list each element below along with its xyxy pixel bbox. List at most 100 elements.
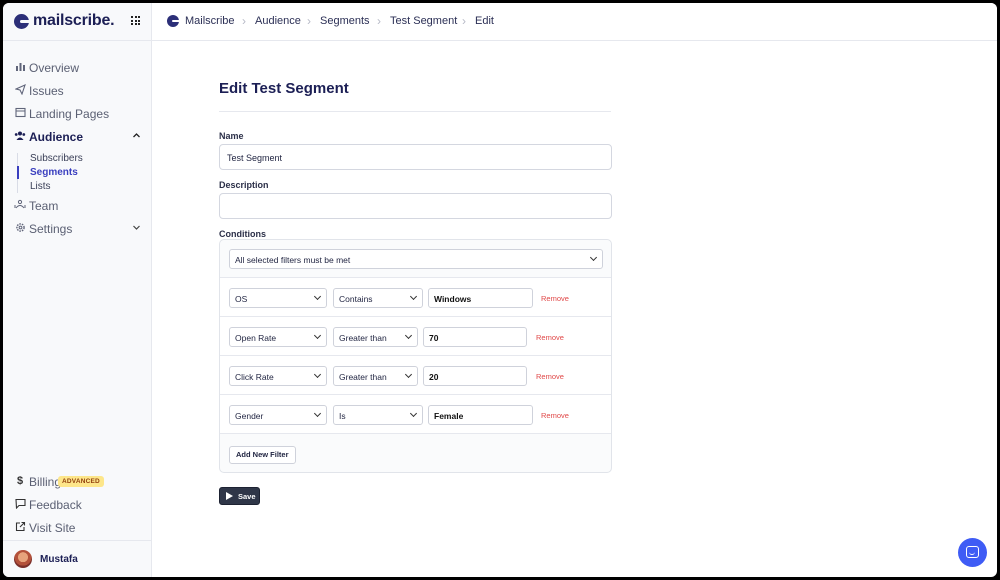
conditions-panel: All selected filters must be met OS Cont…	[219, 239, 612, 473]
sidebar-item-landing-pages[interactable]: Landing Pages	[3, 104, 152, 124]
chevron-down-icon	[313, 331, 322, 340]
name-field[interactable]: Test Segment	[219, 144, 612, 170]
breadcrumb-segments[interactable]: Segments	[320, 15, 370, 27]
sidebar-item-overview[interactable]: Overview	[3, 58, 152, 78]
chevron-down-icon	[313, 292, 322, 301]
filter-field-select[interactable]: Gender	[229, 405, 327, 425]
description-label: Description	[219, 180, 269, 190]
sidebar-item-label: Billing	[29, 475, 62, 489]
paper-plane-icon	[13, 83, 26, 96]
sidebar: mailscribe. Overview Issues Landing Page…	[3, 3, 152, 577]
filter-value-input[interactable]: 20	[423, 366, 527, 386]
sidebar-item-label: Feedback	[29, 498, 82, 512]
user-name: Mustafa	[40, 554, 78, 565]
chevron-down-icon	[313, 409, 322, 418]
subnav-item-segments[interactable]: Segments	[30, 167, 78, 178]
sidebar-item-label: Audience	[29, 130, 84, 144]
sidebar-item-label: Settings	[29, 222, 73, 236]
filter-value-input[interactable]: Female	[428, 405, 533, 425]
sidebar-item-label: Overview	[29, 61, 80, 75]
filter-operator-select[interactable]: Is	[333, 405, 423, 425]
chat-launcher-button[interactable]	[958, 538, 987, 567]
chevron-up-icon[interactable]	[132, 131, 142, 141]
breadcrumb-mailscribe[interactable]: Mailscribe	[185, 15, 235, 27]
filter-row: Gender Is Female Remove	[220, 395, 611, 434]
filter-operator-value: Greater than	[339, 372, 387, 382]
save-button[interactable]: Save	[219, 487, 260, 505]
sidebar-item-feedback[interactable]: Feedback	[3, 495, 152, 515]
subnav-item-lists[interactable]: Lists	[30, 181, 51, 192]
name-label: Name	[219, 131, 244, 141]
filter-field-select[interactable]: OS	[229, 288, 327, 308]
breadcrumb-separator-icon: ›	[307, 14, 311, 28]
filter-field-value: Gender	[235, 411, 264, 421]
filter-operator-value: Contains	[339, 294, 373, 304]
filter-row: Open Rate Greater than 70 Remove	[220, 317, 611, 356]
mailscribe-logo-icon	[14, 14, 31, 29]
sidebar-item-audience[interactable]: Audience	[3, 127, 152, 147]
filter-operator-select[interactable]: Greater than	[333, 366, 418, 386]
send-icon	[226, 492, 233, 500]
app-window: mailscribe. Overview Issues Landing Page…	[3, 3, 997, 577]
chevron-down-icon[interactable]	[132, 223, 142, 233]
breadcrumb-edit: Edit	[475, 15, 494, 27]
remove-filter-link[interactable]: Remove	[541, 411, 569, 420]
sidebar-item-issues[interactable]: Issues	[3, 81, 152, 101]
main-content: Edit Test Segment Name Test Segment Desc…	[152, 41, 997, 577]
gear-icon	[14, 222, 26, 234]
chevron-down-icon	[409, 409, 418, 418]
feedback-icon	[14, 498, 26, 510]
layout-icon	[14, 107, 26, 119]
plan-badge: ADVANCED	[58, 476, 104, 487]
breadcrumb-separator-icon: ›	[462, 14, 466, 28]
team-icon	[14, 199, 26, 211]
filter-field-select[interactable]: Open Rate	[229, 327, 327, 347]
sidebar-item-label: Issues	[29, 84, 64, 98]
sidebar-item-settings[interactable]: Settings	[3, 219, 152, 239]
sidebar-item-label: Visit Site	[29, 521, 76, 535]
audience-subnav: Subscribers Segments Lists	[17, 153, 137, 193]
chevron-down-icon	[589, 253, 598, 262]
filter-row: OS Contains Windows Remove	[220, 278, 611, 317]
filter-value-input[interactable]: Windows	[428, 288, 533, 308]
page-title: Edit Test Segment	[219, 80, 349, 97]
breadcrumb: Mailscribe › Audience › Segments › Test …	[152, 3, 997, 41]
subnav-item-subscribers[interactable]: Subscribers	[30, 153, 83, 164]
chevron-down-icon	[313, 370, 322, 379]
chevron-down-icon	[409, 292, 418, 301]
sidebar-item-visit-site[interactable]: Visit Site	[3, 518, 152, 538]
avatar	[14, 550, 32, 568]
filter-field-select[interactable]: Click Rate	[229, 366, 327, 386]
add-filter-button[interactable]: Add New Filter	[229, 446, 296, 464]
user-profile[interactable]: Mustafa	[3, 540, 152, 577]
remove-filter-link[interactable]: Remove	[541, 294, 569, 303]
remove-filter-link[interactable]: Remove	[536, 372, 564, 381]
filter-operator-select[interactable]: Contains	[333, 288, 423, 308]
sidebar-item-label: Landing Pages	[29, 107, 110, 121]
users-icon	[14, 130, 26, 142]
chevron-down-icon	[404, 370, 413, 379]
remove-filter-link[interactable]: Remove	[536, 333, 564, 342]
breadcrumb-test-segment[interactable]: Test Segment	[390, 15, 457, 27]
external-link-icon	[14, 521, 26, 533]
filter-value-input[interactable]: 70	[423, 327, 527, 347]
sidebar-item-team[interactable]: Team	[3, 196, 152, 216]
dollar-icon: $	[16, 475, 24, 487]
filter-field-value: Click Rate	[235, 372, 274, 382]
sidebar-item-label: Team	[29, 199, 59, 213]
app-grid-icon[interactable]	[131, 16, 140, 25]
save-button-label: Save	[238, 492, 256, 501]
title-divider	[219, 111, 611, 112]
active-indicator	[17, 166, 19, 179]
conditions-label: Conditions	[219, 229, 266, 239]
match-mode-row: All selected filters must be met	[220, 240, 611, 278]
filter-field-value: OS	[235, 294, 248, 304]
description-field[interactable]	[219, 193, 612, 219]
filter-operator-select[interactable]: Greater than	[333, 327, 418, 347]
sidebar-item-billing[interactable]: $ Billing ADVANCED	[3, 472, 152, 492]
filter-row: Click Rate Greater than 20 Remove	[220, 356, 611, 395]
filter-operator-value: Is	[339, 411, 346, 421]
match-mode-select[interactable]: All selected filters must be met	[229, 249, 603, 269]
chevron-down-icon	[404, 331, 413, 340]
breadcrumb-audience[interactable]: Audience	[255, 15, 301, 27]
